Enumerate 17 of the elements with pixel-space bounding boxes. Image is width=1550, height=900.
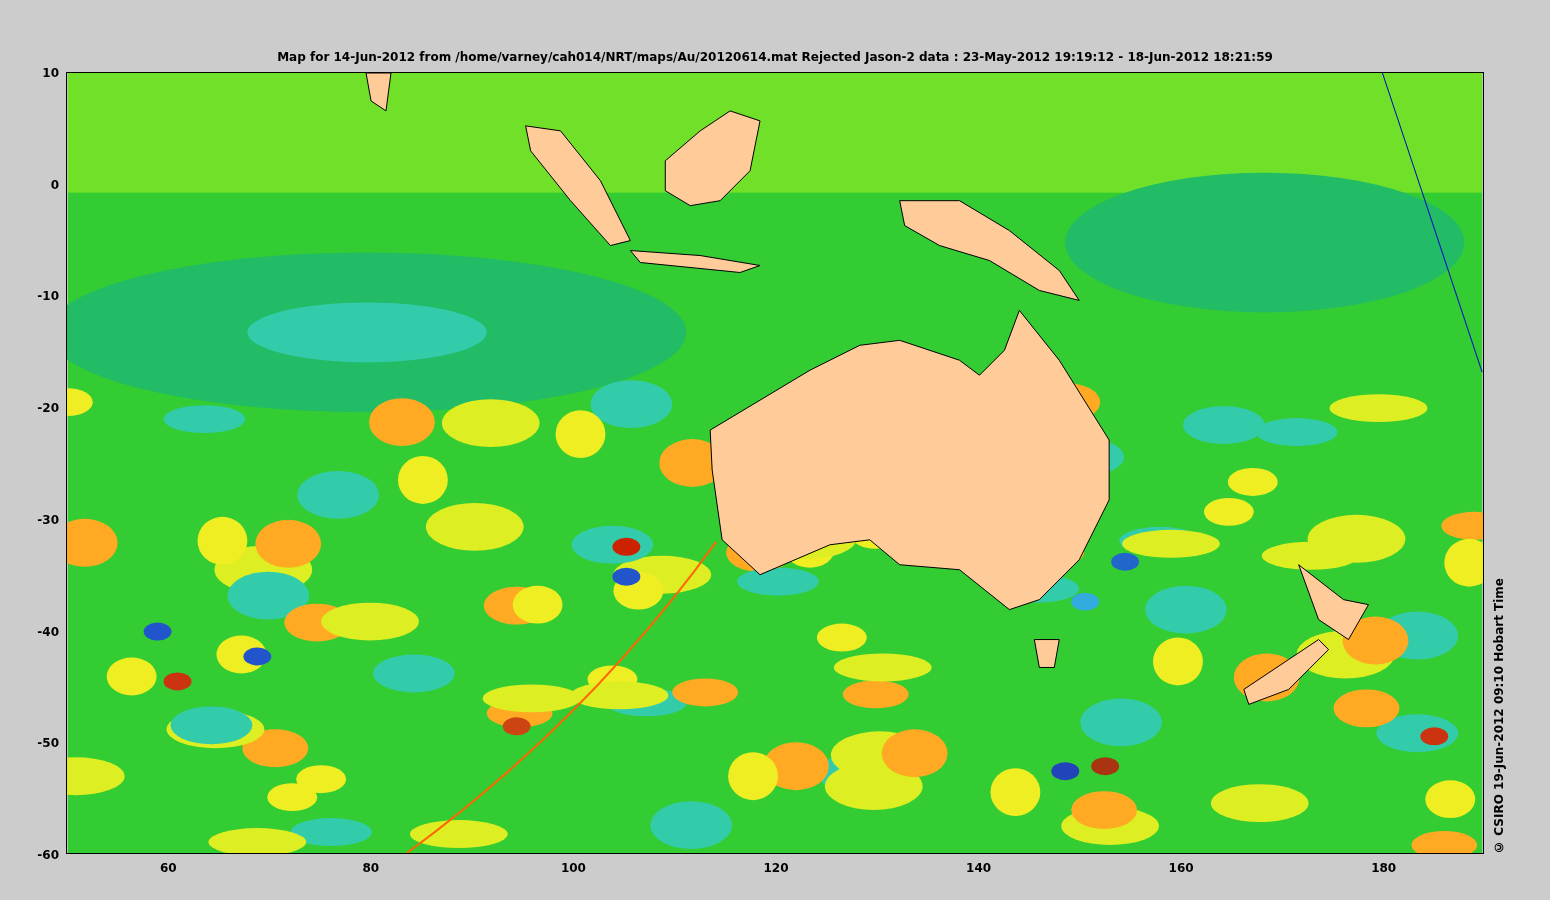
- y-axis-tick-label: 0: [50, 177, 59, 192]
- y-axis-tick-label: -20: [37, 401, 59, 416]
- x-axis-tick-label: 60: [159, 861, 177, 875]
- figure-title: Map for 14-Jun-2012 from /home/varney/cah014/NRT/maps/Au/20120614.mat Rejected Jason-2 data : 23-May-2012 19:19:12 - 18-Jun-2012 18:21:59: [277, 49, 1273, 65]
- y-axis-tick-label: 10: [42, 66, 59, 80]
- x-axis-tick-label: 160: [1168, 861, 1194, 875]
- x-axis-tick-label: 120: [763, 861, 789, 875]
- x-axis-tick-label: 180: [1371, 861, 1397, 875]
- y-axis-tick-label: -30: [37, 512, 59, 527]
- x-axis-tick-label: 100: [560, 861, 586, 875]
- y-axis-tick-label: -60: [37, 848, 59, 862]
- y-axis-tick-label: -40: [37, 624, 59, 639]
- x-axis-tick-label: 80: [362, 861, 380, 875]
- y-axis-tick-label: -10: [37, 289, 59, 304]
- y-axis-tick-label: -50: [37, 736, 59, 751]
- x-axis-tick-label: 140: [966, 861, 992, 875]
- credit-text: © CSIRO 19-Jun-2012 09:10 Hobart Time: [1492, 578, 1506, 854]
